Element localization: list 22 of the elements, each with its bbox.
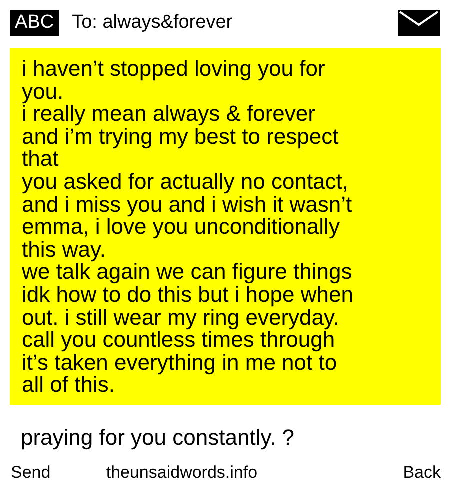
message-line: you asked for actually no contact, bbox=[22, 170, 350, 194]
message-line: we talk again we can figure things bbox=[22, 261, 354, 284]
message-line: idk how to do this but i hope when bbox=[22, 284, 354, 307]
message-line: i really mean always & forever bbox=[22, 103, 316, 126]
envelope-icon bbox=[398, 10, 440, 36]
message-line: that bbox=[22, 148, 60, 171]
recipient-label: To: always&forever bbox=[72, 12, 234, 34]
message-line: emma, i love you unconditionally bbox=[22, 216, 341, 239]
message-line: out. i still wear my ring everyday. bbox=[22, 306, 340, 330]
message-text: praying for you constantly. ? bbox=[20, 424, 296, 451]
message-line: and i’m trying my best to respect bbox=[22, 126, 340, 148]
message-line: and i miss you and i wish it wasn’t bbox=[22, 194, 354, 216]
softkey[interactable]: theunsaidwords.info bbox=[106, 462, 258, 483]
message-line: i haven’t stopped loving you for bbox=[22, 58, 326, 81]
softkey[interactable]: Send bbox=[11, 462, 51, 483]
message-line: it’s taken everything in me not to bbox=[22, 352, 338, 374]
input-mode-badge: ABC bbox=[10, 10, 60, 36]
message-line: call you countless times through bbox=[22, 329, 336, 352]
message-line: you. bbox=[22, 80, 65, 104]
message-line: this way. bbox=[22, 238, 107, 262]
message-line: all of this. bbox=[22, 374, 116, 397]
softkey[interactable]: Back bbox=[403, 462, 441, 483]
